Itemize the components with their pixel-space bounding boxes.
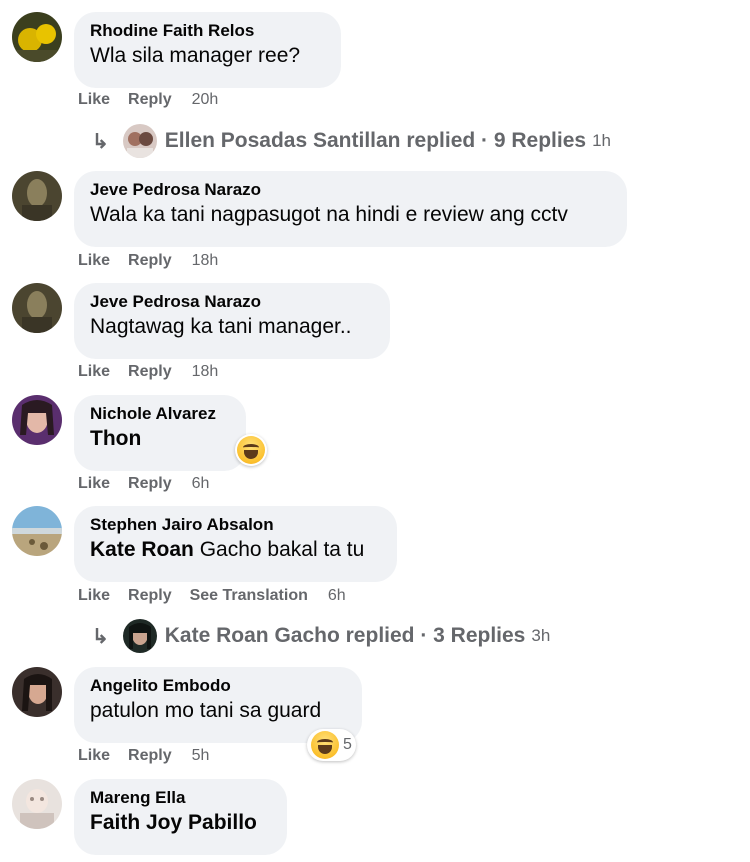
comment-text: patulon mo tani sa guard (90, 699, 322, 722)
comment-author[interactable]: Rhodine Faith Relos (90, 20, 325, 42)
comment-bubble: Nichole Alvarez Thon (74, 395, 246, 471)
like-button[interactable]: Like (78, 747, 110, 764)
reply-summary: Kate Roan Gacho replied · 3 Replies (164, 624, 526, 647)
laugh-emoji-icon (237, 436, 265, 464)
reply-time: 1h (592, 131, 611, 150)
avatar[interactable] (12, 779, 62, 829)
reply-time: 3h (531, 626, 551, 645)
comment-time[interactable]: 6h (192, 475, 210, 492)
comment-author[interactable]: Angelito Embodo (90, 675, 346, 697)
comment-bubble: Rhodine Faith Relos Wla sila manager ree… (74, 12, 341, 88)
laugh-emoji-icon (311, 731, 339, 759)
comment-author[interactable]: Stephen Jairo Absalon (90, 514, 381, 536)
avatar (122, 619, 157, 653)
comment-author[interactable]: Mareng Ella (90, 787, 271, 809)
like-button[interactable]: Like (78, 252, 110, 269)
avatar[interactable] (12, 12, 62, 62)
comment-time[interactable]: 20h (192, 91, 219, 108)
like-button[interactable]: Like (78, 587, 110, 604)
comment-actions: Like Reply 18h (78, 252, 236, 270)
comment-actions: Like Reply 5h (78, 747, 227, 765)
like-button[interactable]: Like (78, 475, 110, 492)
mention-link[interactable]: Kate Roan (90, 538, 194, 561)
reply-button[interactable]: Reply (128, 252, 172, 269)
comment-author[interactable]: Jeve Pedrosa Narazo (90, 179, 611, 201)
avatar[interactable] (12, 506, 62, 556)
avatar (122, 124, 157, 158)
comment-text: Kate Roan Gacho bakal ta tu (90, 536, 381, 564)
comment-bubble: Mareng Ella Faith Joy Pabillo (74, 779, 287, 855)
comment-bubble: Jeve Pedrosa Narazo Wala ka tani nagpasu… (74, 171, 627, 247)
comment-text: Wla sila manager ree? (90, 44, 301, 67)
reply-button[interactable]: Reply (128, 363, 172, 380)
avatar[interactable] (12, 395, 62, 445)
comment-actions: Like Reply 20h (78, 91, 236, 109)
reaction-badge[interactable] (235, 434, 267, 466)
reply-arrow-icon: ↳ (92, 130, 109, 153)
reaction-badge[interactable]: 5 (307, 729, 356, 761)
comment-time[interactable]: 6h (328, 587, 346, 604)
like-button[interactable]: Like (78, 363, 110, 380)
reply-button[interactable]: Reply (128, 91, 172, 108)
comment-bubble: Jeve Pedrosa Narazo Nagtawag ka tani man… (74, 283, 390, 359)
comment-text: Wala ka tani nagpasugot na hindi e revie… (90, 203, 568, 226)
avatar[interactable] (12, 283, 62, 333)
mention-link[interactable]: Faith Joy Pabillo (90, 809, 271, 837)
comment-actions: Like Reply 18h (78, 363, 236, 381)
avatar[interactable] (12, 171, 62, 221)
reply-button[interactable]: Reply (128, 587, 172, 604)
avatar[interactable] (12, 667, 62, 717)
reply-arrow-icon: ↳ (92, 625, 109, 648)
comment-time[interactable]: 18h (192, 363, 219, 380)
reply-button[interactable]: Reply (128, 747, 172, 764)
comment-text: Nagtawag ka tani manager.. (90, 315, 352, 338)
comment-body: Gacho bakal ta tu (193, 538, 365, 561)
see-translation-link[interactable]: See Translation (190, 587, 308, 604)
comment-author[interactable]: Jeve Pedrosa Narazo (90, 291, 374, 313)
reaction-count: 5 (343, 736, 352, 753)
comment-author[interactable]: Nichole Alvarez (90, 403, 230, 425)
comment-bubble: Stephen Jairo Absalon Kate Roan Gacho ba… (74, 506, 397, 582)
comment-text: Thon (90, 427, 142, 450)
reply-summary: Ellen Posadas Santillan replied · 9 Repl… (164, 129, 587, 152)
comment-actions: Like Reply See Translation 6h (78, 587, 364, 605)
reply-button[interactable]: Reply (128, 475, 172, 492)
view-replies-link[interactable]: ↳ Kate Roan Gacho replied · 3 Replies 3h (92, 619, 550, 653)
comment-actions: Like Reply 6h (78, 475, 227, 493)
like-button[interactable]: Like (78, 91, 110, 108)
comment-time[interactable]: 5h (192, 747, 210, 764)
view-replies-link[interactable]: ↳ Ellen Posadas Santillan replied · 9 Re… (92, 124, 611, 158)
comment-time[interactable]: 18h (192, 252, 219, 269)
